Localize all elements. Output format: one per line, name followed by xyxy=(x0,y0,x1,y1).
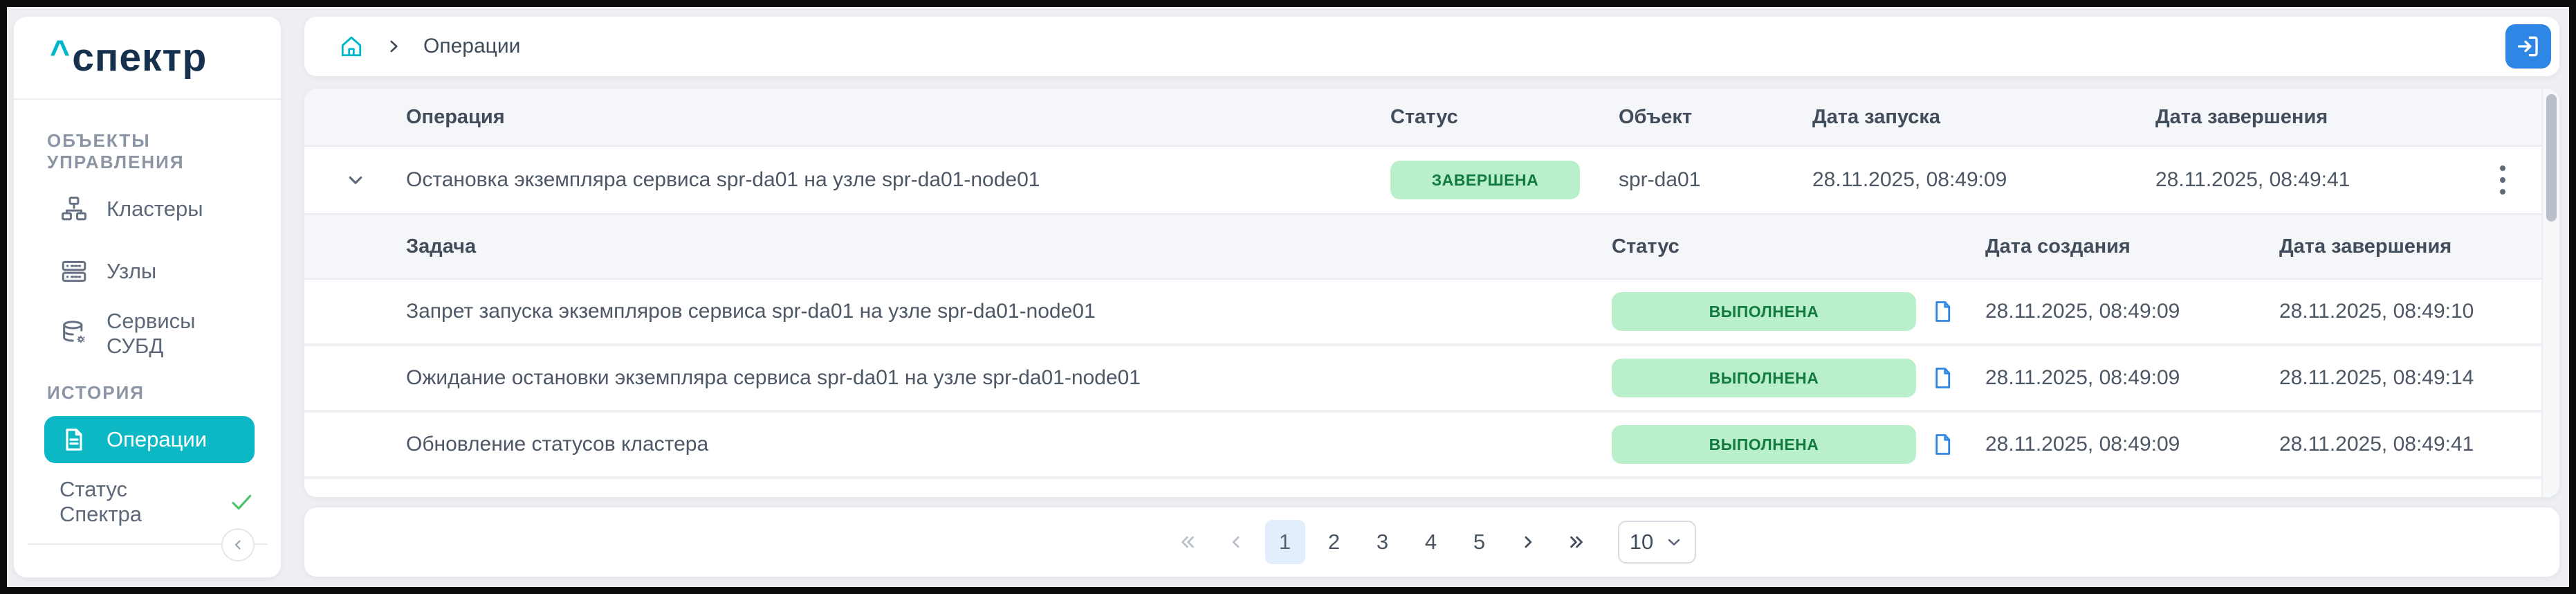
sidebar-item-dbms-services[interactable]: Сервисы СУБД xyxy=(44,310,255,357)
task-name: Обновление статусов кластера xyxy=(406,433,1612,456)
sidebar-section-history: ИСТОРИЯ xyxy=(47,382,267,404)
col-started: Дата запуска xyxy=(1812,106,2155,129)
row-expander[interactable] xyxy=(304,168,406,192)
first-page-button[interactable] xyxy=(1168,520,1207,564)
col-task: Задача xyxy=(406,235,1612,258)
chevron-down-icon xyxy=(1664,532,1684,552)
prev-page-button[interactable] xyxy=(1217,520,1255,564)
col-task-finished: Дата завершения xyxy=(2279,235,2541,258)
page-button-4[interactable]: 4 xyxy=(1412,520,1451,564)
cluster-icon xyxy=(59,195,89,224)
col-task-status: Статус xyxy=(1612,235,1930,258)
check-icon xyxy=(228,489,255,515)
last-page-button[interactable] xyxy=(1557,520,1596,564)
task-finished: 28.11.2025, 08:49:14 xyxy=(2279,366,2541,390)
row-menu-button[interactable] xyxy=(2490,165,2518,195)
sidebar-collapse-button[interactable] xyxy=(221,528,255,561)
sidebar-item-label: Кластеры xyxy=(107,197,203,222)
chevron-right-icon xyxy=(385,37,403,55)
scrollbar-thumb[interactable] xyxy=(2546,94,2557,222)
task-log-icon[interactable] xyxy=(1930,431,1985,458)
operation-name: Остановка экземпляра сервиса spr-da01 на… xyxy=(406,168,1390,192)
page-button-1[interactable]: 1 xyxy=(1265,520,1305,564)
logo-text: спектр xyxy=(72,35,207,80)
tasks-header-row: Задача Статус Дата создания Дата заверше… xyxy=(304,213,2541,280)
table-scrollbar[interactable] xyxy=(2541,89,2559,497)
double-chevron-right-icon xyxy=(1566,532,1587,552)
sidebar-item-label: Статус Спектра xyxy=(59,477,192,527)
operation-finished: 28.11.2025, 08:49:41 xyxy=(2155,168,2490,192)
task-created: 28.11.2025, 08:49:09 xyxy=(1985,300,2279,323)
breadcrumb-current[interactable]: Операции xyxy=(423,35,520,58)
chevron-down-icon xyxy=(344,168,367,192)
sidebar-nav: ОБЪЕКТЫ УПРАВЛЕНИЯ Кластеры xyxy=(14,100,281,594)
chevron-left-icon xyxy=(1226,532,1246,552)
task-created: 28.11.2025, 08:49:09 xyxy=(1985,433,2279,456)
sidebar-item-clusters[interactable]: Кластеры xyxy=(44,186,255,233)
sidebar-item-operations[interactable]: Операции xyxy=(44,416,255,463)
operation-started: 28.11.2025, 08:49:09 xyxy=(1812,168,2155,192)
sidebar-item-label: Настройки xyxy=(107,586,212,594)
task-row: Ожидание остановки экземпляра сервиса sp… xyxy=(304,346,2541,413)
operation-row: Остановка экземпляра сервиса spr-da01 на… xyxy=(304,147,2541,213)
task-created: 28.11.2025, 08:49:09 xyxy=(1985,366,2279,390)
sidebar-item-label: Узлы xyxy=(107,259,156,284)
page-button-2[interactable]: 2 xyxy=(1315,520,1354,564)
chevron-right-icon xyxy=(1518,532,1538,552)
task-log-icon[interactable] xyxy=(1930,364,1985,392)
task-status-badge: ВЫПОЛНЕНА xyxy=(1612,292,1916,331)
task-row: Обновление статусов кластера ВЫПОЛНЕНА 2… xyxy=(304,413,2541,479)
breadcrumb-bar: Операции xyxy=(304,17,2559,76)
task-row: Запрет запуска экземпляров сервиса spr-d… xyxy=(304,280,2541,346)
col-object: Объект xyxy=(1619,106,1812,129)
page-button-3[interactable]: 3 xyxy=(1363,520,1402,564)
next-page-button[interactable] xyxy=(1509,520,1547,564)
col-operation: Операция xyxy=(406,106,1390,129)
col-status: Статус xyxy=(1390,106,1619,129)
sidebar-item-label: Сервисы СУБД xyxy=(107,309,255,359)
sidebar-item-settings[interactable]: Настройки xyxy=(44,575,255,594)
sidebar-section-objects: ОБЪЕКТЫ УПРАВЛЕНИЯ xyxy=(47,130,267,173)
task-finished: 28.11.2025, 08:49:41 xyxy=(2279,433,2541,456)
page-size-select[interactable]: 10 xyxy=(1618,521,1696,564)
page-button-5[interactable]: 5 xyxy=(1460,520,1499,564)
page-size-value: 10 xyxy=(1630,530,1653,555)
home-icon[interactable] xyxy=(339,34,364,59)
task-finished: 28.11.2025, 08:49:10 xyxy=(2279,300,2541,323)
sidebar: ^ спектр ОБЪЕКТЫ УПРАВЛЕНИЯ Кластеры xyxy=(14,17,281,577)
sidebar-divider xyxy=(28,543,267,545)
status-badge: ЗАВЕРШЕНА xyxy=(1390,161,1580,199)
app-window: ^ спектр ОБЪЕКТЫ УПРАВЛЕНИЯ Кластеры xyxy=(0,0,2576,594)
operation-object: spr-da01 xyxy=(1619,168,1812,192)
document-icon xyxy=(59,425,89,454)
task-name: Запрет запуска экземпляров сервиса spr-d… xyxy=(406,300,1612,323)
operations-table: Операция Статус Объект Дата запуска Дата… xyxy=(304,89,2559,497)
sidebar-item-label: Операции xyxy=(107,427,207,452)
col-task-created: Дата создания xyxy=(1985,235,2279,258)
sidebar-item-nodes[interactable]: Узлы xyxy=(44,248,255,295)
person-icon xyxy=(59,584,89,594)
task-name: Ожидание остановки экземпляра сервиса sp… xyxy=(406,366,1612,390)
logo-caret: ^ xyxy=(50,33,70,73)
servers-icon xyxy=(59,257,89,286)
logo: ^ спектр xyxy=(14,17,281,100)
double-chevron-left-icon xyxy=(1177,532,1198,552)
sidebar-item-spectrum-status[interactable]: Статус Спектра xyxy=(44,478,255,525)
task-status-badge: ВЫПОЛНЕНА xyxy=(1612,425,1916,464)
operations-header-row: Операция Статус Объект Дата запуска Дата… xyxy=(304,89,2541,147)
login-button[interactable] xyxy=(2505,24,2551,69)
pagination-bar: 1 2 3 4 5 10 xyxy=(304,507,2559,577)
col-finished: Дата завершения xyxy=(2155,106,2490,129)
task-log-icon[interactable] xyxy=(1930,298,1985,325)
task-status-badge: ВЫПОЛНЕНА xyxy=(1612,359,1916,397)
database-gear-icon xyxy=(59,319,89,348)
